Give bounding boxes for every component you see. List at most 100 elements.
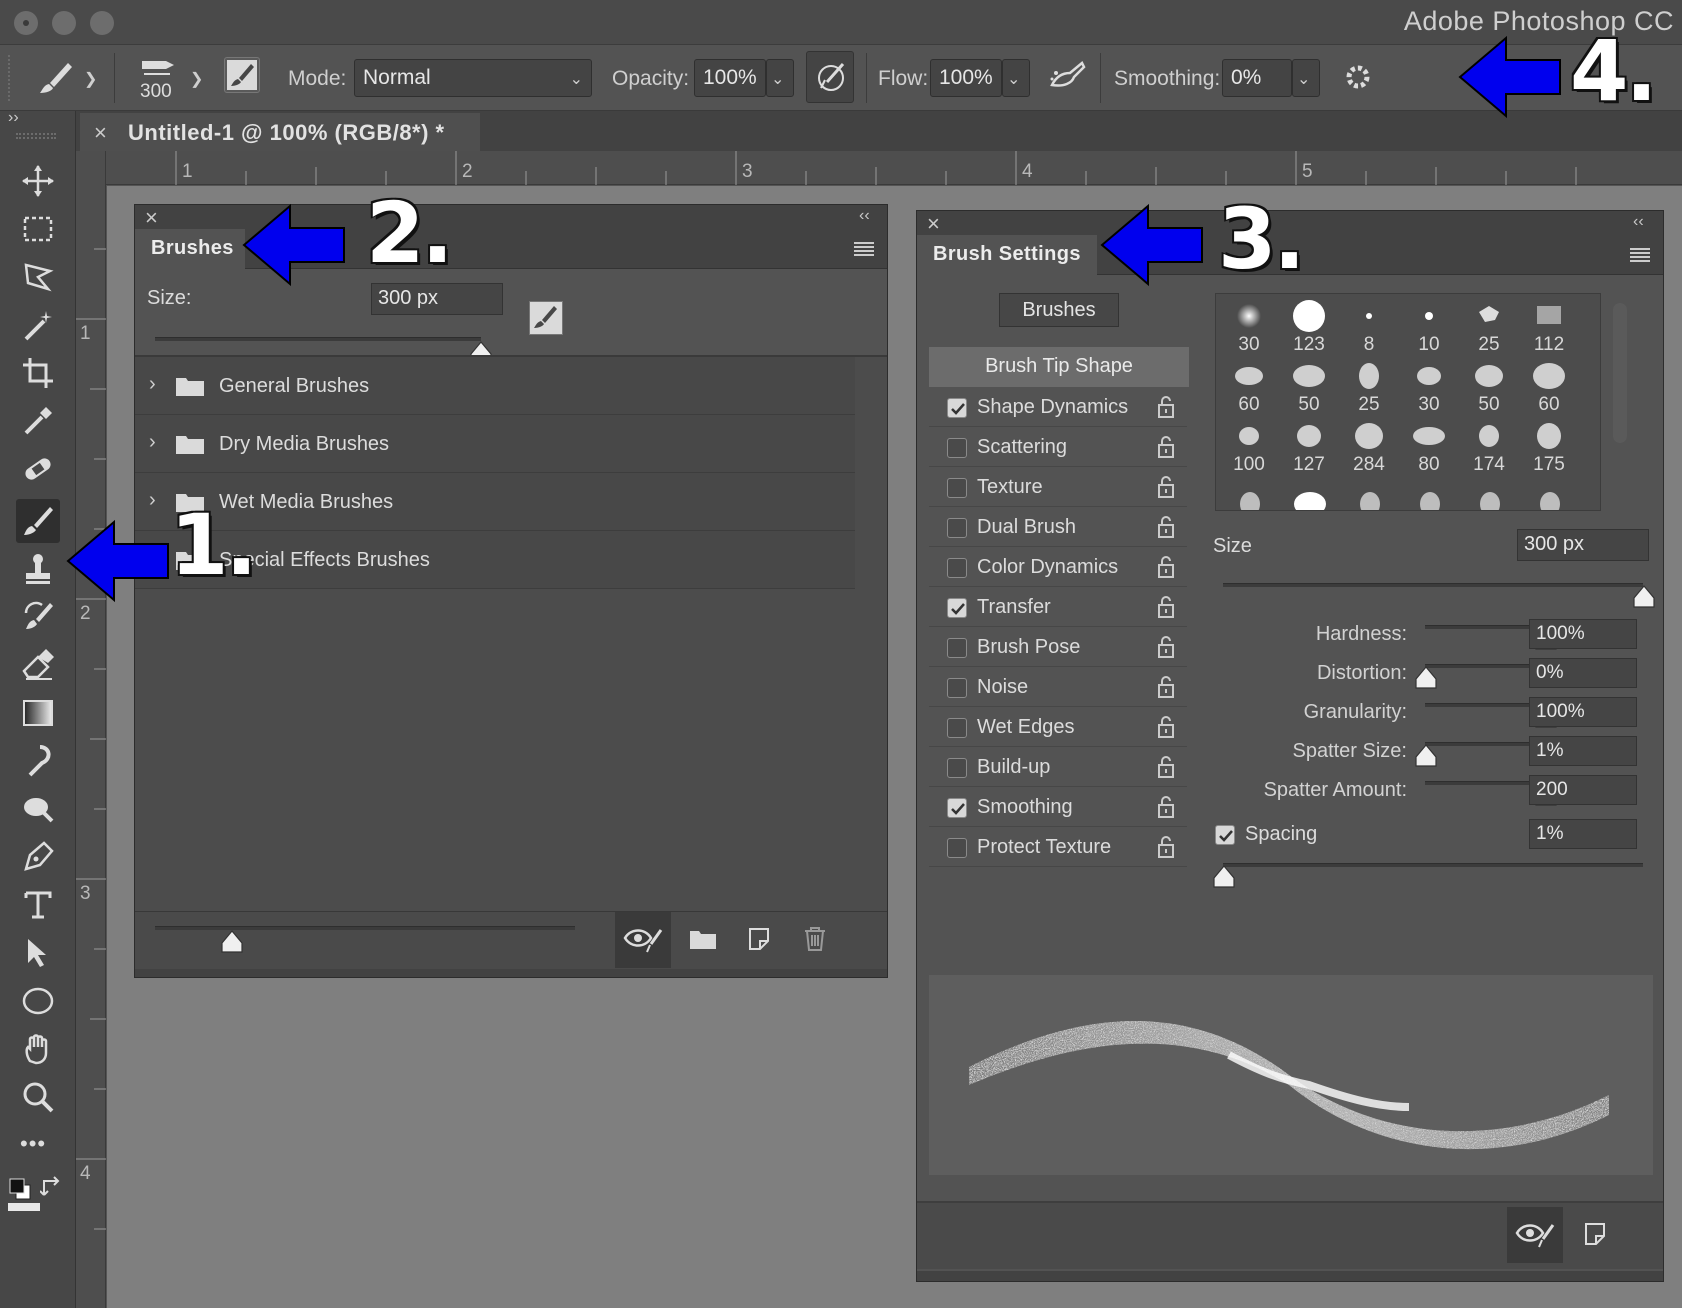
brush-parameter-slider[interactable] bbox=[1425, 742, 1545, 746]
tools-grip[interactable] bbox=[16, 133, 56, 139]
brush-tip-item[interactable]: 100 bbox=[1220, 418, 1278, 476]
lock-icon[interactable] bbox=[1155, 595, 1177, 624]
flow-input[interactable]: 100% bbox=[930, 59, 1002, 97]
lock-icon[interactable] bbox=[1155, 635, 1177, 664]
lock-icon[interactable] bbox=[1155, 835, 1177, 864]
hand-tool-icon[interactable] bbox=[16, 1027, 60, 1071]
brush-tip-item[interactable]: 127 bbox=[1280, 418, 1338, 476]
spacing-checkbox[interactable] bbox=[1215, 825, 1235, 845]
brush-parameter-input[interactable]: 200 bbox=[1529, 775, 1637, 805]
brush-parameter-input[interactable]: 100% bbox=[1529, 697, 1637, 727]
brush-tip-item[interactable]: 175 bbox=[1520, 418, 1578, 476]
brush-option-checkbox[interactable] bbox=[947, 478, 967, 498]
brush-preset-picker-icon[interactable] bbox=[138, 51, 178, 84]
ellipse-tool-icon[interactable] bbox=[16, 979, 60, 1023]
new-brush-icon[interactable] bbox=[747, 926, 771, 952]
brush-parameter-slider[interactable] bbox=[1425, 703, 1545, 707]
brush-option-checkbox[interactable] bbox=[947, 838, 967, 858]
chevron-right-icon[interactable]: › bbox=[149, 373, 156, 396]
marquee-tool-icon[interactable] bbox=[16, 207, 60, 251]
lock-icon[interactable] bbox=[1155, 435, 1177, 464]
brush-tip-item[interactable]: 8 bbox=[1340, 298, 1398, 356]
dodge-tool-icon[interactable] bbox=[16, 787, 60, 831]
brush-settings-resize-grip[interactable] bbox=[917, 1271, 1663, 1281]
brush-option-checkbox[interactable] bbox=[947, 758, 967, 778]
brush-option-row[interactable]: Protect Texture bbox=[929, 829, 1187, 867]
brush-tip-item[interactable]: 174 bbox=[1460, 418, 1518, 476]
brush-tip-item[interactable]: 25 bbox=[1340, 358, 1398, 416]
brush-preview-size-slider[interactable] bbox=[155, 926, 575, 930]
brush-picker-chevron-down-icon[interactable]: ❯ bbox=[190, 69, 203, 89]
brush-tool-icon[interactable] bbox=[16, 499, 60, 543]
brush-option-row[interactable]: Wet Edges bbox=[929, 709, 1187, 747]
brush-folder-row[interactable]: › Dry Media Brushes bbox=[135, 415, 855, 473]
brush-option-checkbox[interactable] bbox=[947, 598, 967, 618]
brush-option-row[interactable]: Scattering bbox=[929, 429, 1187, 467]
brush-option-row[interactable]: Color Dynamics bbox=[929, 549, 1187, 587]
brush-parameter-slider-thumb[interactable] bbox=[1415, 744, 1437, 768]
brush-settings-close-icon[interactable]: × bbox=[927, 211, 940, 237]
spacing-slider[interactable] bbox=[1223, 863, 1643, 867]
pen-tool-icon[interactable] bbox=[16, 835, 60, 879]
brush-parameter-slider[interactable] bbox=[1425, 625, 1545, 629]
brush-option-row[interactable]: Shape Dynamics bbox=[929, 389, 1187, 427]
brush-tip-item[interactable]: 60 bbox=[1520, 358, 1578, 416]
lock-icon[interactable] bbox=[1155, 555, 1177, 584]
brush-parameter-slider-thumb[interactable] bbox=[1415, 666, 1437, 690]
gradient-tool-icon[interactable] bbox=[16, 691, 60, 735]
brushes-button[interactable]: Brushes bbox=[999, 293, 1119, 327]
brush-tip-item[interactable] bbox=[1292, 482, 1328, 510]
brush-option-row[interactable]: Dual Brush bbox=[929, 509, 1187, 547]
brush-option-row[interactable]: Transfer bbox=[929, 589, 1187, 627]
brush-option-row[interactable]: Smoothing bbox=[929, 789, 1187, 827]
brush-option-checkbox[interactable] bbox=[947, 438, 967, 458]
smoothing-input[interactable]: 0% bbox=[1222, 59, 1292, 97]
options-bar-grip[interactable] bbox=[8, 55, 12, 101]
foreground-color-swatch[interactable] bbox=[8, 1203, 40, 1211]
crop-tool-icon[interactable] bbox=[16, 351, 60, 395]
brush-parameter-input[interactable]: 1% bbox=[1529, 736, 1637, 766]
brush-folder-row[interactable]: › General Brushes bbox=[135, 357, 855, 415]
airbrush-icon[interactable] bbox=[1048, 59, 1088, 100]
brush-parameter-input[interactable]: 0% bbox=[1529, 658, 1637, 688]
brush-parameter-input[interactable]: 100% bbox=[1529, 619, 1637, 649]
brush-option-row[interactable]: Brush Pose bbox=[929, 629, 1187, 667]
brush-tip-item[interactable]: 30 bbox=[1400, 358, 1458, 416]
brush-tip-item[interactable] bbox=[1352, 482, 1388, 510]
brush-option-checkbox[interactable] bbox=[947, 718, 967, 738]
brush-option-row[interactable]: Texture bbox=[929, 469, 1187, 507]
opacity-dropdown-button[interactable]: ⌄ bbox=[766, 59, 794, 97]
lasso-tool-icon[interactable] bbox=[16, 255, 60, 299]
brush-tip-item[interactable]: 30 bbox=[1220, 298, 1278, 356]
tip-size-input[interactable]: 300 px bbox=[1517, 529, 1649, 561]
lock-icon[interactable] bbox=[1155, 755, 1177, 784]
toggle-live-tip-preview-button[interactable] bbox=[1507, 1207, 1563, 1263]
smoothing-dropdown-button[interactable]: ⌄ bbox=[1292, 59, 1320, 97]
opacity-input[interactable]: 100% bbox=[694, 59, 766, 97]
brush-tip-item[interactable]: 50 bbox=[1280, 358, 1338, 416]
toggle-brush-settings-icon[interactable] bbox=[224, 57, 260, 93]
swap-colors-icon[interactable] bbox=[39, 1175, 66, 1206]
brush-parameter-slider[interactable] bbox=[1425, 664, 1545, 668]
brush-tip-shape-item[interactable]: Brush Tip Shape bbox=[929, 347, 1189, 387]
brush-option-row[interactable]: Noise bbox=[929, 669, 1187, 707]
path-selection-tool-icon[interactable] bbox=[16, 931, 60, 975]
tool-preset-chevron-down-icon[interactable]: ❯ bbox=[84, 69, 97, 89]
brush-tool-preset-icon[interactable] bbox=[36, 59, 76, 104]
default-colors-icon[interactable] bbox=[8, 1177, 32, 1206]
brush-tip-item[interactable]: 123 bbox=[1280, 298, 1338, 356]
brush-tip-item[interactable] bbox=[1532, 482, 1568, 510]
chevron-right-icon[interactable]: › bbox=[149, 489, 156, 512]
brushes-size-slider[interactable] bbox=[155, 337, 481, 341]
eraser-tool-icon[interactable] bbox=[16, 643, 60, 687]
brush-settings-menu-icon[interactable] bbox=[1629, 247, 1651, 268]
expand-tools-icon[interactable]: ›› bbox=[8, 109, 19, 127]
lock-icon[interactable] bbox=[1155, 395, 1177, 424]
toggle-brush-preview-button[interactable] bbox=[615, 912, 671, 968]
spacing-input[interactable]: 1% bbox=[1529, 819, 1637, 849]
chevron-right-icon[interactable]: › bbox=[149, 431, 156, 454]
brush-option-checkbox[interactable] bbox=[947, 558, 967, 578]
brushes-panel-resize-grip[interactable] bbox=[135, 969, 887, 977]
lock-icon[interactable] bbox=[1155, 675, 1177, 704]
lock-icon[interactable] bbox=[1155, 715, 1177, 744]
